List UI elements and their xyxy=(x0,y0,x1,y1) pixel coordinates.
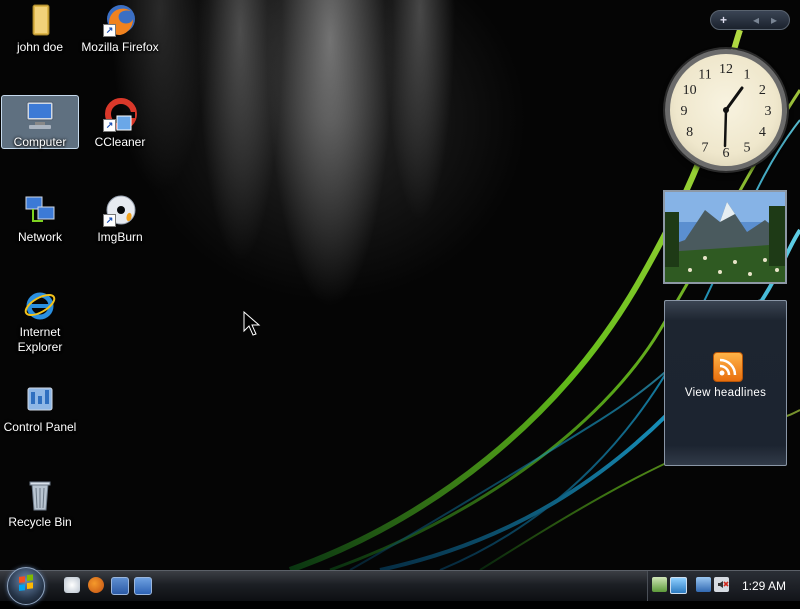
clock-numeral: 2 xyxy=(759,83,766,98)
volume-muted-icon[interactable] xyxy=(714,577,729,592)
network-icon xyxy=(23,193,57,227)
clock-minute-hand xyxy=(723,108,728,148)
clock-numeral: 1 xyxy=(744,68,751,83)
view-headlines-link[interactable]: View headlines xyxy=(665,387,786,399)
shortcut-arrow-icon: ↗ xyxy=(103,24,116,37)
imgburn-icon: ↗ xyxy=(103,193,137,227)
desktop-icon-mozilla-firefox[interactable]: ↗ Mozilla Firefox xyxy=(81,1,159,55)
desktop-icon-label: Internet Explorer xyxy=(17,325,63,354)
add-gadget-button[interactable]: + xyxy=(720,13,727,27)
computer-icon xyxy=(23,98,57,132)
desktop-icon-label: Mozilla Firefox xyxy=(81,40,159,54)
clock-numeral: 5 xyxy=(744,140,751,155)
clock-numeral: 8 xyxy=(686,125,693,140)
clock-numeral: 4 xyxy=(759,125,766,140)
shortcut-arrow-icon: ↗ xyxy=(103,119,116,132)
desktop-icon-label: CCleaner xyxy=(94,135,146,149)
taskbar-clock[interactable]: 1:29 AM xyxy=(742,579,786,593)
safely-remove-icon[interactable] xyxy=(652,577,667,592)
desktop-icon-john-doe[interactable]: john doe xyxy=(1,1,79,55)
clock-numeral: 12 xyxy=(719,62,733,77)
slideshow-image xyxy=(665,192,785,282)
control-panel-icon xyxy=(23,383,57,417)
desktop-icon-label: john doe xyxy=(16,40,64,54)
clock-gadget[interactable]: 12 1 2 3 4 5 6 7 8 9 10 11 xyxy=(665,49,787,171)
mouse-cursor-icon xyxy=(243,311,261,336)
slideshow-gadget[interactable] xyxy=(663,190,787,284)
switch-windows-icon[interactable] xyxy=(111,577,129,595)
desktop-icon-computer[interactable]: Computer xyxy=(1,95,79,149)
desktop-icon-label: Control Panel xyxy=(3,420,77,434)
desktop-icon-control-panel[interactable]: Control Panel xyxy=(1,381,79,435)
desktop-icon-label: Computer xyxy=(13,135,67,149)
clock-face: 12 12 3 45678 9 1011 xyxy=(681,62,772,161)
clock-numeral: 10 xyxy=(683,83,697,98)
connection-icon[interactable] xyxy=(696,577,711,592)
desktop-icon-label: Recycle Bin xyxy=(8,515,72,529)
ccleaner-icon: ↗ xyxy=(103,98,137,132)
desktop[interactable]: john doe ↗ Mozilla Firefox Computer ↗ CC… xyxy=(0,0,800,570)
clock-numeral: 3 xyxy=(765,104,772,119)
desktop-icon-network[interactable]: Network xyxy=(1,191,79,245)
desktop-icon-recycle-bin[interactable]: Recycle Bin xyxy=(1,476,79,530)
network-quick-icon[interactable] xyxy=(134,577,152,595)
desktop-icon-label: ImgBurn xyxy=(97,230,143,244)
recycle-bin-icon xyxy=(23,478,57,512)
previous-page-button[interactable]: ◂ xyxy=(753,13,759,27)
clock-numeral: 6 xyxy=(723,146,730,161)
desktop-icon-internet-explorer[interactable]: Internet Explorer xyxy=(1,286,79,355)
windows-logo-icon xyxy=(19,574,33,591)
shortcut-arrow-icon: ↗ xyxy=(103,214,116,227)
start-button[interactable] xyxy=(7,567,45,605)
user-folder-icon xyxy=(23,3,57,37)
desktop-icon-imgburn[interactable]: ↗ ImgBurn xyxy=(81,191,159,245)
desktop-icon-label: Network xyxy=(17,230,62,244)
internet-explorer-icon xyxy=(23,288,57,322)
show-desktop-icon[interactable] xyxy=(64,577,80,593)
network-tray-icon[interactable] xyxy=(670,577,687,594)
taskbar: 1:29 AM xyxy=(0,567,800,605)
system-tray: 1:29 AM xyxy=(647,571,800,601)
clock-numeral: 7 xyxy=(702,140,709,155)
firefox-icon: ↗ xyxy=(103,3,137,37)
desktop-icon-ccleaner[interactable]: ↗ CCleaner xyxy=(81,96,159,150)
clock-numeral: 11 xyxy=(698,68,711,83)
next-page-button[interactable]: ▸ xyxy=(771,13,777,27)
firefox-icon[interactable] xyxy=(88,577,104,593)
clock-hour-hand xyxy=(724,86,744,112)
feed-headlines-gadget[interactable]: View headlines xyxy=(664,300,787,466)
sidebar-controls: + ◂ ▸ xyxy=(710,10,790,30)
rss-icon xyxy=(713,352,743,382)
clock-numeral: 9 xyxy=(681,104,688,119)
